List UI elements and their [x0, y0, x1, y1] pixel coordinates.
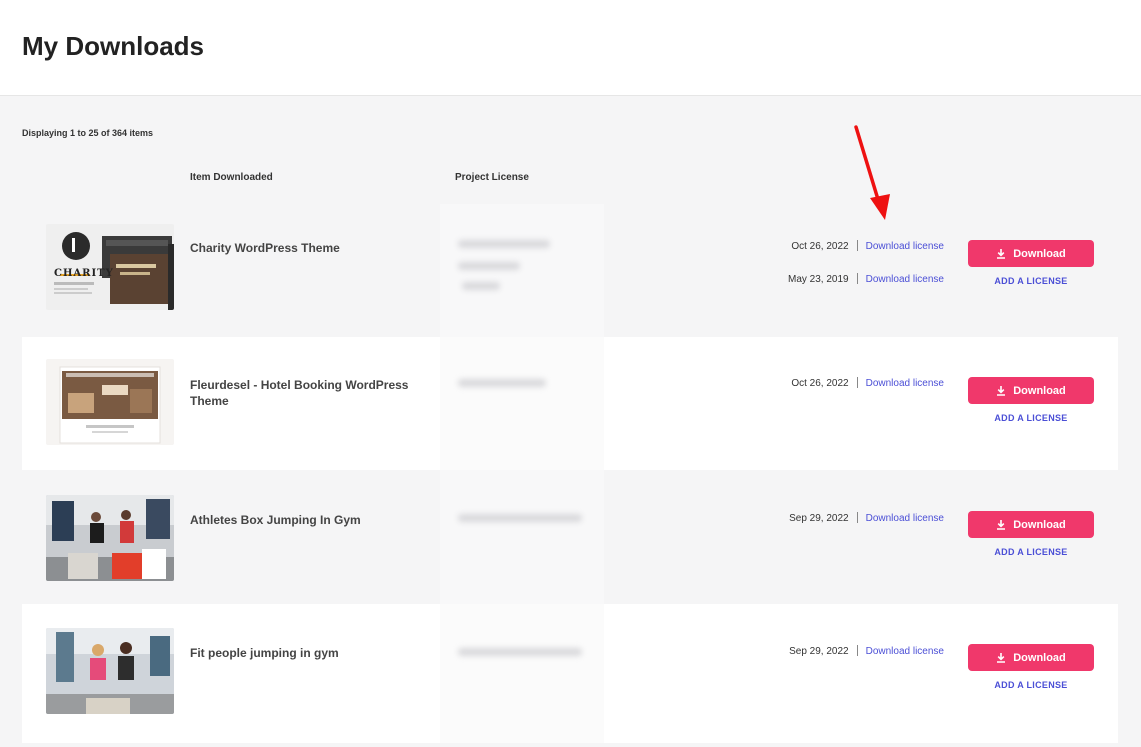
download-license-link[interactable]: Download license: [866, 241, 944, 252]
download-row: Fit people jumping in gym Sep 29, 2022 Do…: [22, 604, 1118, 743]
separator: [856, 273, 858, 284]
license-date: Sep 29, 2022: [789, 646, 849, 657]
page-title: My Downloads: [22, 31, 205, 61]
license-entry: Sep 29, 2022 Download license: [789, 512, 944, 524]
download-icon: [997, 519, 1006, 530]
project-license-blurred: [440, 337, 604, 470]
download-button-label: Download: [1013, 247, 1066, 260]
license-date: Sep 29, 2022: [789, 513, 849, 524]
page-header: My Downloads: [0, 0, 1141, 96]
download-button[interactable]: Download: [968, 511, 1094, 538]
download-license-link[interactable]: Download license: [866, 646, 944, 657]
column-header-item: Item Downloaded: [190, 172, 273, 183]
license-entry: Sep 29, 2022 Download license: [789, 645, 944, 657]
download-icon: [997, 652, 1006, 663]
separator: [856, 240, 858, 251]
item-thumbnail[interactable]: [46, 628, 174, 714]
item-title[interactable]: Fleurdesel - Hotel Booking WordPress The…: [190, 377, 430, 409]
download-license-link[interactable]: Download license: [866, 513, 944, 524]
license-entry: Oct 26, 2022 Download license: [791, 240, 944, 252]
license-date: Oct 26, 2022: [791, 378, 849, 389]
download-button-label: Download: [1013, 518, 1066, 531]
download-license-link[interactable]: Download license: [866, 378, 944, 389]
download-icon: [997, 248, 1006, 259]
download-license-link[interactable]: Download license: [866, 274, 944, 285]
add-license-link[interactable]: ADD A LICENSE: [968, 276, 1094, 286]
separator: [856, 512, 858, 523]
item-thumbnail[interactable]: CHARITY: [46, 224, 174, 310]
add-license-link[interactable]: ADD A LICENSE: [968, 547, 1094, 557]
item-thumbnail[interactable]: [46, 359, 174, 445]
license-entry: May 23, 2019 Download license: [788, 273, 944, 285]
download-row: Athletes Box Jumping In Gym Sep 29, 2022…: [22, 470, 1118, 604]
separator: [856, 377, 858, 388]
column-header-license: Project License: [455, 172, 529, 183]
download-row: Fleurdesel - Hotel Booking WordPress The…: [22, 337, 1118, 470]
download-button-label: Download: [1013, 651, 1066, 664]
download-row: CHARITY Charity WordPress Theme Oct 26, …: [22, 204, 1118, 337]
license-date: May 23, 2019: [788, 274, 849, 285]
download-button[interactable]: Download: [968, 644, 1094, 671]
license-date: Oct 26, 2022: [791, 241, 849, 252]
download-button[interactable]: Download: [968, 240, 1094, 267]
add-license-link[interactable]: ADD A LICENSE: [968, 680, 1094, 690]
item-title[interactable]: Charity WordPress Theme: [190, 240, 430, 256]
item-thumbnail[interactable]: [46, 495, 174, 581]
annotation-arrow-icon: [854, 125, 890, 220]
project-license-blurred: [440, 604, 604, 743]
project-license-blurred: [440, 470, 604, 604]
license-entry: Oct 26, 2022 Download license: [791, 377, 944, 389]
download-button[interactable]: Download: [968, 377, 1094, 404]
separator: [856, 645, 858, 656]
item-title[interactable]: Fit people jumping in gym: [190, 645, 430, 661]
add-license-link[interactable]: ADD A LICENSE: [968, 413, 1094, 423]
project-license-blurred: [440, 204, 604, 337]
download-icon: [997, 385, 1006, 396]
item-title[interactable]: Athletes Box Jumping In Gym: [190, 512, 430, 528]
thumbnail-logo-text: CHARITY: [54, 268, 114, 279]
download-button-label: Download: [1013, 384, 1066, 397]
results-count: Displaying 1 to 25 of 364 items: [22, 128, 154, 138]
